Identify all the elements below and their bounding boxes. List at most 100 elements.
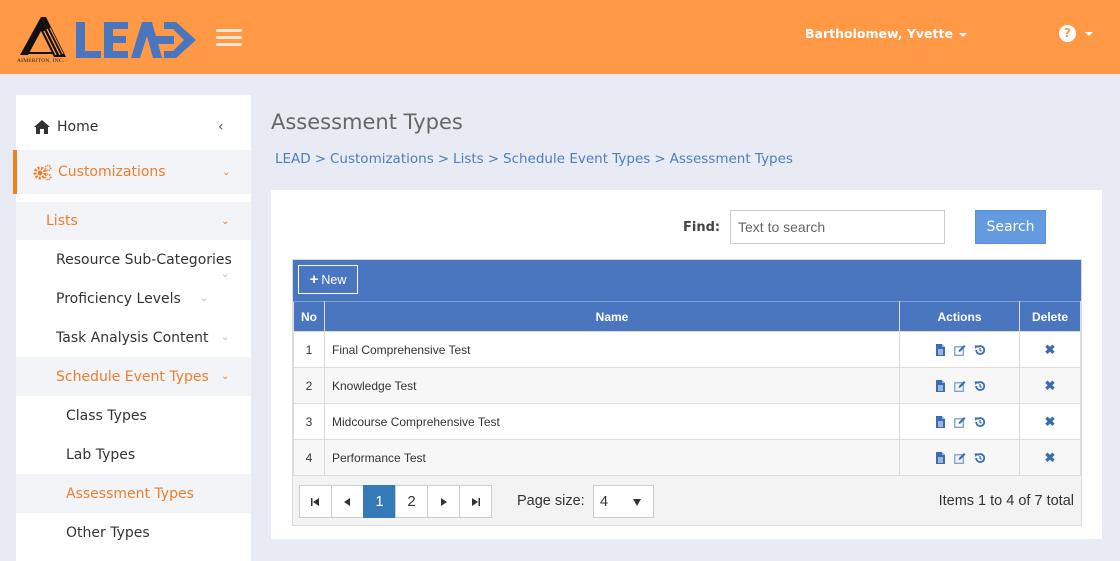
breadcrumb-lead[interactable]: LEAD: [275, 151, 311, 167]
hamburger-line: [216, 36, 242, 39]
top-navbar: AIMERITON, INC. Bartholomew, Yvette ?: [0, 0, 1120, 74]
sidebar-toggle-button[interactable]: [216, 29, 242, 49]
user-menu-dropdown[interactable]: Bartholomew, Yvette: [805, 26, 967, 41]
cell-no: 2: [293, 367, 325, 404]
sidebar-item-label: Home: [57, 119, 99, 135]
chevron-down-icon: ⌄: [200, 293, 209, 304]
help-menu-dropdown[interactable]: ?: [1059, 25, 1093, 42]
cell-no: 4: [293, 439, 325, 476]
sidebar-item-lab-types[interactable]: Lab Types: [16, 435, 251, 474]
sidebar-item-label: Customizations: [58, 164, 166, 180]
cell-name: Performance Test: [324, 439, 900, 476]
sidebar-item-proficiency-levels[interactable]: Proficiency Levels ⌄: [16, 279, 251, 318]
delete-icon[interactable]: ✖: [1045, 414, 1056, 429]
caret-down-icon: [958, 32, 967, 37]
cell-delete: ✖: [1019, 331, 1081, 368]
sidebar-item-customizations[interactable]: Customizations ⌄: [13, 150, 251, 194]
edit-icon[interactable]: [953, 380, 966, 393]
cell-actions: [899, 331, 1020, 368]
page-title: Assessment Types: [271, 110, 463, 134]
prev-page-icon: [344, 497, 350, 506]
next-page-button[interactable]: [427, 485, 460, 518]
sidebar-item-other-types[interactable]: Other Types: [16, 513, 251, 552]
cell-delete: ✖: [1019, 403, 1081, 440]
delete-icon[interactable]: ✖: [1045, 378, 1056, 393]
prev-page-button[interactable]: [331, 485, 364, 518]
cell-name: Midcourse Comprehensive Test: [324, 403, 900, 440]
column-header-name[interactable]: Name: [324, 301, 900, 332]
new-button[interactable]: + New: [298, 265, 358, 294]
history-icon[interactable]: [974, 344, 986, 356]
cell-name: Final Comprehensive Test: [324, 331, 900, 368]
breadcrumb-separator: >: [487, 151, 499, 167]
chevron-down-icon: ⌄: [221, 215, 230, 227]
company-caption: AIMERITON, INC.: [17, 58, 65, 64]
view-document-icon[interactable]: [934, 380, 946, 393]
history-icon[interactable]: [974, 416, 986, 428]
sidebar-item-label: Task Analysis Content: [56, 329, 209, 346]
table-row[interactable]: 4 Performance Test ✖: [293, 439, 1081, 476]
view-document-icon[interactable]: [934, 416, 946, 429]
delete-icon[interactable]: ✖: [1045, 342, 1056, 357]
sidebar-item-label: Proficiency Levels: [56, 290, 181, 307]
history-icon[interactable]: [974, 452, 986, 464]
table-row[interactable]: 3 Midcourse Comprehensive Test ✖: [293, 403, 1081, 440]
new-button-label: New: [321, 272, 347, 287]
breadcrumb-separator: >: [437, 151, 450, 167]
first-page-button[interactable]: [299, 485, 332, 518]
sidebar-item-label: Class Types: [66, 407, 147, 424]
sidebar-item-home[interactable]: Home ‹: [16, 107, 251, 147]
grid-toolbar: + New: [293, 260, 1081, 301]
edit-icon[interactable]: [953, 416, 966, 429]
column-header-delete: Delete: [1019, 301, 1081, 332]
page-size-value: 4: [600, 493, 609, 510]
sidebar-nav: Home ‹ Customizations ⌄ Lists ⌄ Resource…: [13, 95, 251, 561]
breadcrumb-schedule-event-types[interactable]: Schedule Event Types: [503, 151, 650, 167]
search-input[interactable]: [730, 210, 945, 244]
first-page-icon: [311, 497, 319, 506]
breadcrumb: LEAD > Customizations > Lists > Schedule Event…: [275, 151, 793, 167]
view-document-icon[interactable]: [934, 452, 946, 465]
cell-name: Knowledge Test: [324, 367, 900, 404]
breadcrumb-separator: >: [314, 151, 326, 167]
user-name: Bartholomew, Yvette: [805, 26, 953, 41]
sidebar-item-resource-sub-categories[interactable]: Resource Sub-Categories: [16, 240, 251, 279]
breadcrumb-assessment-types[interactable]: Assessment Types: [670, 151, 793, 167]
page-size-select[interactable]: 4: [593, 485, 654, 518]
history-icon[interactable]: [974, 380, 986, 392]
sidebar-item-class-types[interactable]: Class Types: [16, 396, 251, 435]
sidebar-item-assessment-types[interactable]: Assessment Types: [16, 474, 251, 513]
sidebar-item-schedule-event-types[interactable]: Schedule Event Types ⌄: [16, 357, 251, 396]
hamburger-line: [216, 43, 242, 46]
sidebar-item-label: Schedule Event Types: [56, 368, 209, 385]
sidebar-item-task-analysis-content[interactable]: Task Analysis Content ⌄: [16, 318, 251, 357]
column-header-no[interactable]: No: [293, 301, 325, 332]
next-page-icon: [441, 497, 447, 506]
page-1-button[interactable]: 1: [363, 485, 396, 518]
cell-actions: [899, 403, 1020, 440]
last-page-icon: [472, 497, 480, 506]
edit-icon[interactable]: [953, 452, 966, 465]
page-2-button[interactable]: 2: [395, 485, 428, 518]
home-icon: [34, 120, 50, 134]
table-row[interactable]: 2 Knowledge Test ✖: [293, 367, 1081, 404]
caret-down-icon: [1085, 31, 1093, 36]
delete-icon[interactable]: ✖: [1045, 450, 1056, 465]
edit-icon[interactable]: [953, 344, 966, 357]
lead-logo[interactable]: [76, 20, 198, 60]
last-page-button[interactable]: [459, 485, 492, 518]
hamburger-line: [216, 29, 242, 32]
sidebar-item-lists[interactable]: Lists ⌄: [16, 202, 251, 240]
items-info: Items 1 to 4 of 7 total: [938, 493, 1074, 509]
cell-delete: ✖: [1019, 367, 1081, 404]
table-row[interactable]: 1 Final Comprehensive Test ✖: [293, 331, 1081, 368]
breadcrumb-lists[interactable]: Lists: [453, 151, 484, 167]
cell-delete: ✖: [1019, 439, 1081, 476]
question-circle-icon: ?: [1059, 25, 1076, 42]
plus-icon: +: [309, 271, 319, 288]
search-button[interactable]: Search: [975, 210, 1046, 244]
view-document-icon[interactable]: [934, 344, 946, 357]
breadcrumb-customizations[interactable]: Customizations: [330, 151, 434, 167]
chevron-left-icon: ‹: [218, 119, 224, 135]
breadcrumb-separator: >: [654, 151, 666, 167]
